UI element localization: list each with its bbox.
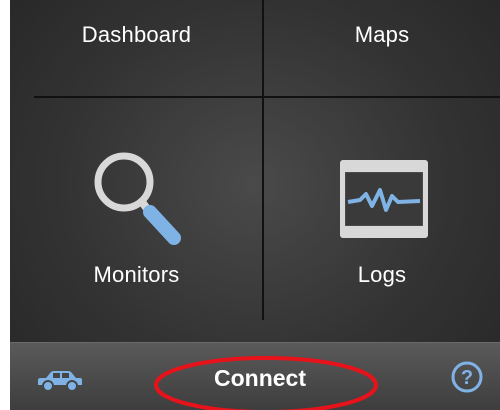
svg-text:?: ? [461,367,473,389]
tile-monitors[interactable]: Monitors [10,98,263,320]
tile-logs-label: Logs [357,262,407,287]
tile-maps[interactable]: Maps [264,0,500,96]
magnifier-icon [90,148,186,253]
app-screen: Dashboard Maps Monitors Logs Connect ? [10,0,500,410]
help-icon[interactable]: ? [450,360,484,399]
tile-maps-label: Maps [354,22,410,47]
grid-divider-vertical [262,0,264,320]
bottom-toolbar: Connect ? [10,342,500,410]
tile-dashboard[interactable]: Dashboard [10,0,263,96]
waveform-monitor-icon [340,160,428,243]
car-icon[interactable] [36,369,84,398]
tile-monitors-label: Monitors [93,262,180,287]
grid-divider-horizontal [34,96,500,98]
tile-logs[interactable]: Logs [264,98,500,320]
tile-dashboard-label: Dashboard [81,22,192,47]
connect-button[interactable]: Connect [160,365,360,392]
